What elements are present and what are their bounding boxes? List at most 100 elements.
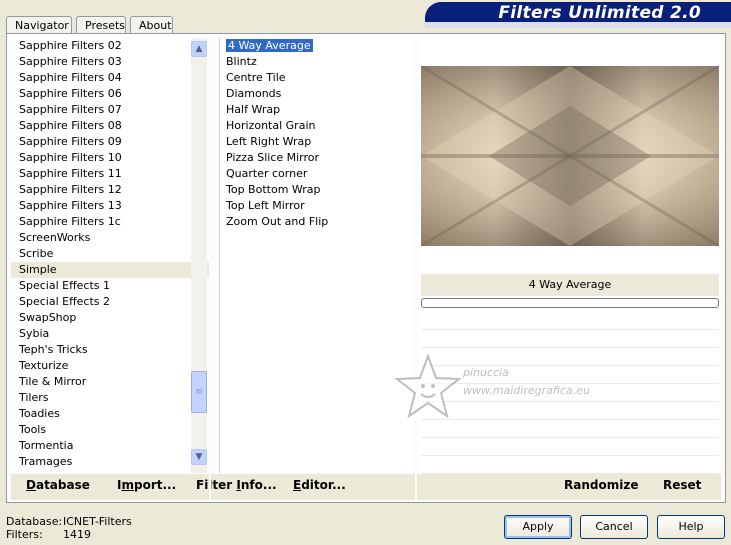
category-item[interactable]: Teph's Tricks [11,342,209,358]
filter-item-label: Horizontal Grain [226,119,316,132]
filter-item-label: Centre Tile [226,71,286,84]
watermark: pinuccia www.maidiregrafica.eu [393,352,623,422]
parameter-row [421,420,719,438]
filter-item-label: Blintz [226,55,257,68]
toolbar: Database Import... Filter Info... Editor… [11,474,721,500]
category-item[interactable]: SwapShop [11,310,209,326]
category-item[interactable]: Sapphire Filters 06 [11,86,209,102]
apply-button[interactable]: Apply [504,515,572,539]
banner-title: Filters Unlimited 2.0 [498,3,701,23]
progress-bar [421,298,719,308]
help-button[interactable]: Help [657,515,725,539]
database-status-value: ICNET-Filters [63,515,132,528]
category-item[interactable]: Toadies [11,406,209,422]
filter-item-label: Quarter corner [226,167,308,180]
filter-item[interactable]: Pizza Slice Mirror [220,150,414,166]
filter-item-label: 4 Way Average [226,39,313,52]
editor-mnemonic: E [293,478,302,492]
import-mnemonic: m [121,478,134,492]
database-status-label: Database: [6,515,63,528]
filter-item[interactable]: Zoom Out and Flip [220,214,414,230]
database-label: atabase [35,478,90,492]
category-item[interactable]: Sapphire Filters 1c [11,214,209,230]
scroll-down-button[interactable]: ▼ [191,449,207,465]
scroll-up-button[interactable]: ▲ [191,41,207,57]
category-item[interactable]: Tormentia [11,438,209,454]
filter-item[interactable]: Blintz [220,54,414,70]
category-item[interactable]: Sapphire Filters 08 [11,118,209,134]
toolbar-divider [209,474,211,500]
filter-item[interactable]: Horizontal Grain [220,118,414,134]
chevron-down-icon: ▼ [195,452,203,462]
reset-button[interactable]: Reset [663,478,701,492]
randomize-button[interactable]: Randomize [564,478,638,492]
filter-item[interactable]: Quarter corner [220,166,414,182]
filter-item[interactable]: Centre Tile [220,70,414,86]
category-item[interactable]: Sapphire Filters 07 [11,102,209,118]
watermark-url: www.maidiregrafica.eu [463,384,590,397]
filter-item[interactable]: Top Left Mirror [220,198,414,214]
category-item[interactable]: Tile & Mirror [11,374,209,390]
database-mnemonic: D [26,478,36,492]
filter-item-label: Half Wrap [226,103,281,116]
cancel-button[interactable]: Cancel [580,515,648,539]
scroll-thumb[interactable]: ≡ [191,371,207,413]
category-item[interactable]: Sapphire Filters 12 [11,182,209,198]
editor-button[interactable]: Editor... [293,478,346,492]
category-item[interactable]: Sapphire Filters 09 [11,134,209,150]
filter-item[interactable]: Top Bottom Wrap [220,182,414,198]
filter-item-label: Pizza Slice Mirror [226,151,320,164]
category-item[interactable]: Tools [11,422,209,438]
filter-item-label: Left Right Wrap [226,135,312,148]
watermark-name: pinuccia [463,366,509,379]
filter-item[interactable]: Diamonds [220,86,414,102]
filter-item-label: Diamonds [226,87,282,100]
category-item[interactable]: Scribe [11,246,209,262]
category-item[interactable]: Sapphire Filters 02 [11,38,209,54]
grip-icon: ≡ [195,387,203,397]
filters-count-value: 1419 [63,528,91,541]
category-item[interactable]: Special Effects 2 [11,294,209,310]
filter-info-label: nfo... [240,478,277,492]
category-item[interactable]: Sapphire Filters 11 [11,166,209,182]
toolbar-divider [415,474,417,500]
chevron-up-icon: ▲ [195,44,203,54]
category-list[interactable]: Sapphire Filters 02 Sapphire Filters 03 Sa… [11,38,209,473]
filter-list[interactable]: 4 Way Average Blintz Centre Tile Diamonds Ha… [219,38,414,473]
preview-canvas [421,66,719,246]
filter-item[interactable]: Half Wrap [220,102,414,118]
editor-label: ditor... [301,478,346,492]
parameter-row [421,330,719,348]
category-item[interactable]: Texturize [11,358,209,374]
parameter-row [421,312,719,330]
category-item[interactable]: Tilers [11,390,209,406]
category-item[interactable]: Sapphire Filters 13 [11,198,209,214]
category-scrollbar[interactable]: ▲ ≡ ▼ [191,38,207,473]
category-item[interactable]: Special Effects 1 [11,278,209,294]
category-item[interactable]: Simple [11,262,209,278]
filter-item[interactable]: 4 Way Average [220,38,414,54]
category-item[interactable]: Sapphire Filters 04 [11,70,209,86]
category-item[interactable]: Sapphire Filters 10 [11,150,209,166]
category-item[interactable]: ScreenWorks [11,230,209,246]
database-button[interactable]: Database [26,478,90,492]
selected-filter-name: 4 Way Average [421,274,719,296]
filter-info-label-start: Filter [196,478,237,492]
preview-image [421,66,719,246]
filters-count-label: Filters: [6,528,43,541]
category-item[interactable]: Sybia [11,326,209,342]
parameter-row [421,438,719,456]
filter-item[interactable]: Left Right Wrap [220,134,414,150]
category-item[interactable]: Tramages [11,454,209,470]
filter-item-label: Zoom Out and Flip [226,215,329,228]
star-logo-icon [394,353,462,419]
parameter-row [421,456,719,474]
app-banner: Filters Unlimited 2.0 [425,2,731,28]
status-area: Database:ICNET-Filters Filters: 1419 [6,515,132,541]
navigator-panel: Sapphire Filters 02 Sapphire Filters 03 Sa… [6,33,726,503]
filter-item-label: Top Bottom Wrap [226,183,321,196]
import-button[interactable]: Import... [117,478,176,492]
filter-item-label: Top Left Mirror [226,199,305,212]
category-item[interactable]: Sapphire Filters 03 [11,54,209,70]
import-label: port... [133,478,177,492]
